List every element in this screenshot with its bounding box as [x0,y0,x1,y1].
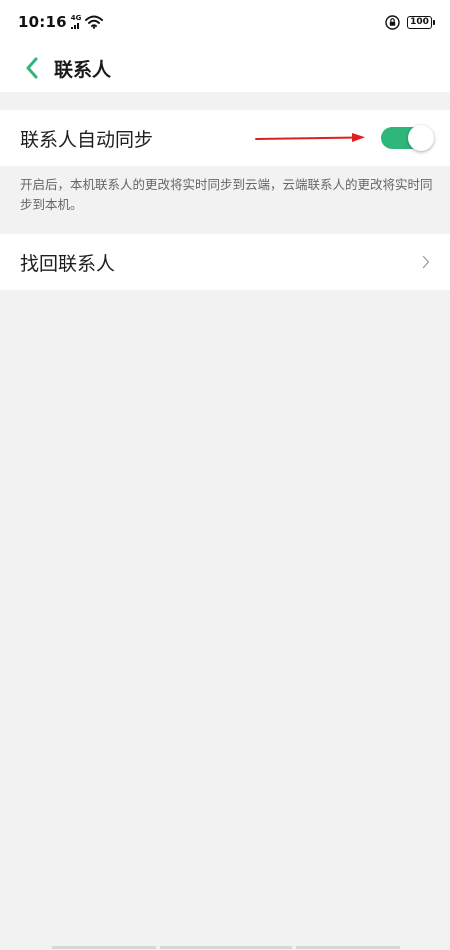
auto-sync-label: 联系人自动同步 [20,128,154,151]
toggle-knob [408,125,434,151]
back-arrow-icon [26,57,38,79]
recover-contacts-label: 找回联系人 [20,252,116,275]
auto-sync-toggle[interactable] [381,125,434,151]
page-title: 联系人 [54,58,112,81]
auto-sync-description: 开启后，本机联系人的更改将实时同步到云端，云端联系人的更改将实时同步到本机。 [20,177,433,212]
app-header: 联系人 [0,44,450,92]
chevron-right-icon [422,255,430,269]
recover-contacts-row[interactable]: 找回联系人 [0,234,450,290]
status-bar: 10:16 4G 100 [0,0,450,44]
screen: 10:16 4G 100 联系人 联系人自动同步 开启后，本机联系人的更改将实时… [0,0,450,950]
lock-icon [385,14,400,30]
status-time: 10:16 [18,13,67,31]
signal-icon [70,23,79,29]
battery-indicator: 100 [407,15,435,29]
back-button[interactable] [12,48,52,88]
nav-hint-right [296,946,400,949]
status-right: 100 [385,14,435,30]
wifi-icon [85,15,104,29]
nav-hint-center [160,946,292,949]
network-label: 4G [70,14,82,22]
annotation-arrow-icon [255,133,365,142]
nav-hint-left [52,946,156,949]
network-badge: 4G [70,14,82,29]
